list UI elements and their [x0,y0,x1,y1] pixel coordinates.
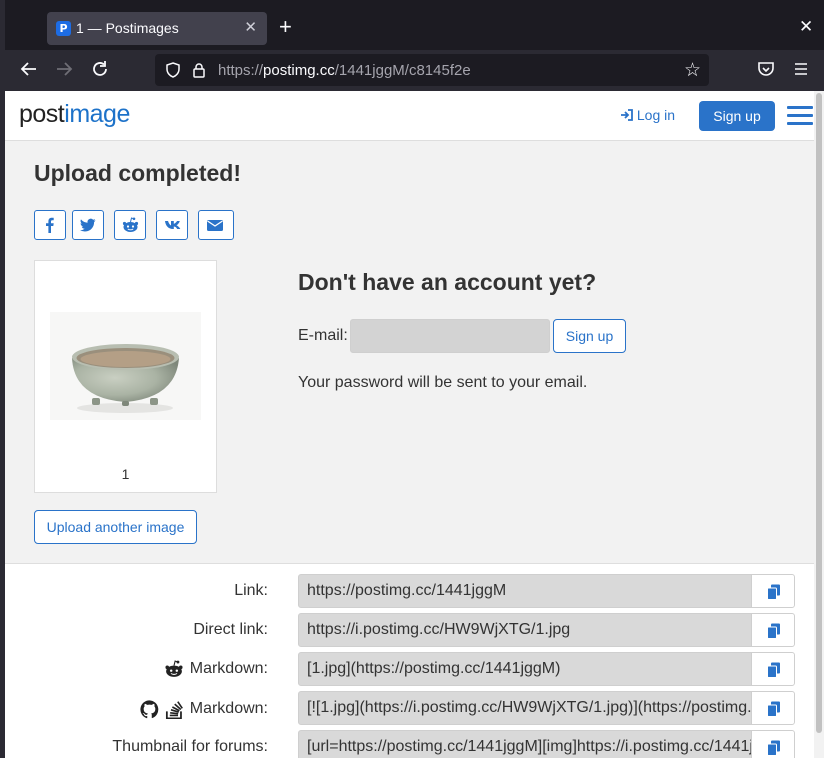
account-signup-button[interactable]: Sign up [553,319,626,353]
url-bar[interactable]: https://postimg.cc/1441jggM/c8145f2e ☆ [155,54,709,86]
tab-title: 1 — Postimages [76,20,179,36]
url-text: https://postimg.cc/1441jggM/c8145f2e [218,62,471,79]
shield-icon[interactable] [165,62,181,78]
stackoverflow-icon [165,701,183,719]
share-links-section: Link: https://postimg.cc/1441jggM Direct… [5,563,814,758]
copy-icon [767,584,780,600]
url-path: /1441jggM/c8145f2e [334,62,471,79]
reddit-icon [122,217,139,232]
scrollbar-thumb[interactable] [816,93,822,733]
account-prompt-title: Don't have an account yet? [298,269,597,295]
image-caption: 1 [121,466,130,482]
browser-tab[interactable]: P 1 — Postimages ✕ [47,12,267,45]
password-note: Your password will be sent to your email… [298,374,588,391]
reddit-markdown-label: Markdown: [164,660,268,678]
postimage-logo[interactable]: postimage [19,100,130,129]
forum-thumbnail-label-text: Thumbnail for forums: [112,738,268,755]
facebook-icon [46,217,54,233]
link-label: Link: [234,582,268,600]
upload-another-button[interactable]: Upload another image [34,510,197,544]
copy-link-button[interactable] [751,574,795,608]
copy-reddit-markdown-button[interactable] [751,652,795,686]
forum-thumbnail-label: Thumbnail for forums: [112,738,268,756]
upload-title: Upload completed! [34,160,242,186]
link-label-text: Link: [234,582,268,599]
lock-icon[interactable] [191,62,207,78]
page-content: postimage Log in Sign up Upload complete… [5,91,814,758]
direct-link-label: Direct link: [193,621,268,639]
header-signup-button[interactable]: Sign up [699,101,775,131]
forward-arrow-icon[interactable] [55,60,73,82]
copy-icon [767,701,780,717]
url-domain: postimg.cc [263,62,335,79]
page-scrollbar[interactable] [814,91,824,758]
bookmark-star-icon[interactable]: ☆ [684,59,701,82]
twitter-icon [80,218,96,232]
direct-link-label-text: Direct link: [193,621,268,638]
github-markdown-label-text: Markdown: [189,700,268,717]
login-link[interactable]: Log in [620,107,675,123]
window-close-icon[interactable]: ✕ [799,17,813,37]
pocket-icon[interactable] [757,60,775,82]
new-tab-icon[interactable]: + [279,16,292,38]
reddit-markdown-field[interactable]: [1.jpg](https://postimg.cc/1441jggM) [298,652,752,686]
back-arrow-icon[interactable] [20,60,38,82]
share-reddit-button[interactable] [114,210,146,240]
email-icon [207,220,223,231]
github-markdown-field[interactable]: [![1.jpg](https://i.postimg.cc/HW9WjXTG/… [298,691,752,725]
browser-toolbar: https://postimg.cc/1441jggM/c8145f2e ☆ [5,50,824,91]
site-header: postimage Log in Sign up [5,91,814,141]
tab-close-icon[interactable]: ✕ [244,18,257,36]
reddit-markdown-label-text: Markdown: [189,660,268,677]
browser-tab-bar: P 1 — Postimages ✕ + ✕ [0,0,824,50]
copy-github-markdown-button[interactable] [751,691,795,725]
share-twitter-button[interactable] [72,210,104,240]
email-label: E-mail: [298,327,348,344]
direct-link-field[interactable]: https://i.postimg.cc/HW9WjXTG/1.jpg [298,613,752,647]
hamburger-menu-icon[interactable] [787,106,813,126]
postimages-favicon-icon: P [56,21,71,36]
uploaded-image-card[interactable]: 1 [34,260,217,493]
uploaded-image-thumbnail[interactable] [50,312,201,420]
url-prefix: https:// [218,62,264,79]
email-field[interactable] [350,319,550,353]
reload-icon[interactable] [91,60,109,82]
sign-in-icon [621,109,633,121]
vk-icon [165,221,181,229]
login-label: Log in [636,107,676,123]
forum-thumbnail-field[interactable]: [url=https://postimg.cc/1441jggM][img]ht… [298,730,752,758]
reddit-icon [165,660,183,677]
copy-icon [767,623,780,639]
github-markdown-label: Markdown: [140,699,268,719]
share-email-button[interactable] [198,210,234,240]
share-facebook-button[interactable] [34,210,66,240]
copy-forum-thumbnail-button[interactable] [751,730,795,758]
copy-direct-link-button[interactable] [751,613,795,647]
app-menu-icon[interactable] [792,60,810,82]
github-icon [140,699,159,718]
copy-icon [767,662,780,678]
logo-part-post: post [19,100,65,128]
logo-part-image: image [64,100,130,128]
copy-icon [767,740,780,756]
share-vk-button[interactable] [156,210,188,240]
bowl-photo [50,312,201,420]
link-field[interactable]: https://postimg.cc/1441jggM [298,574,752,608]
